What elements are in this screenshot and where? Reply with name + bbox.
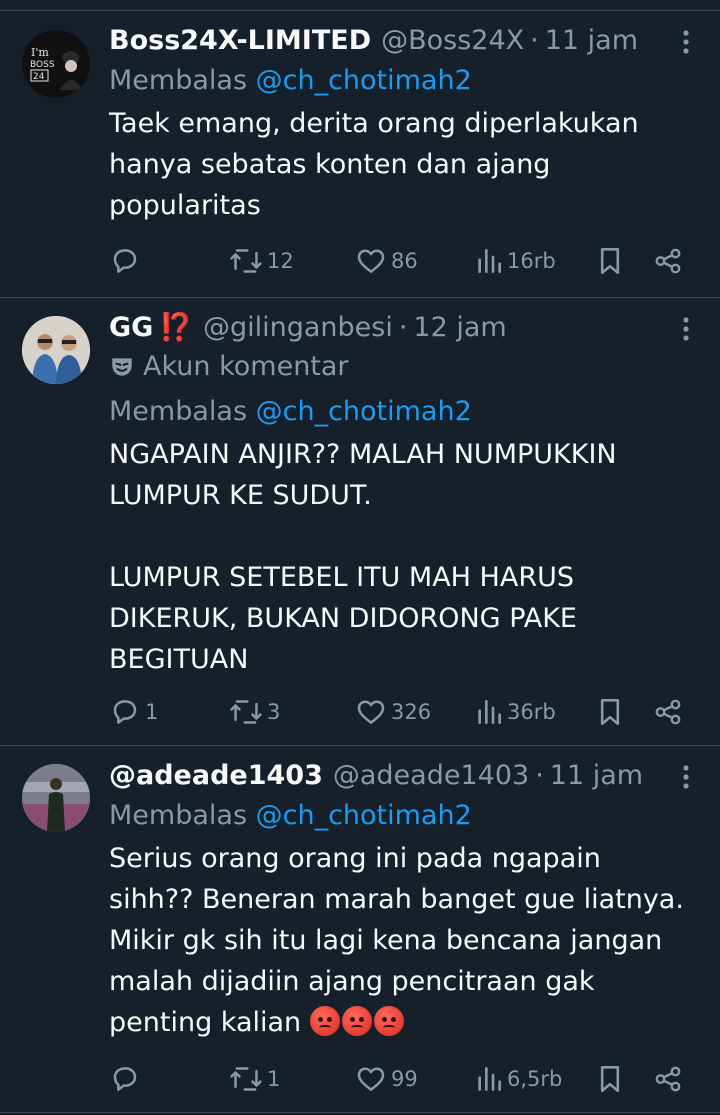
like-button[interactable]: 86 [355,241,418,281]
angry-face-emoji [309,1006,340,1036]
reply-prefix: Membalas [109,396,248,427]
like-count: 99 [391,1067,418,1091]
reply-context: Membalas @ch_chotimah2 [109,392,700,432]
like-icon [357,1067,385,1091]
reply-button[interactable]: 1 [109,692,158,732]
account-label-text: Akun komentar [143,351,349,382]
more-icon[interactable] [672,314,700,344]
reply-prefix: Membalas [109,800,248,831]
repost-count: 12 [267,249,294,273]
bookmark-button[interactable] [597,1059,623,1099]
avatar-text: I'm [31,46,49,59]
reply-prefix: Membalas [109,65,248,96]
tweet-text: Serius orang orang ini pada ngapain sihh… [109,838,700,1043]
like-count: 326 [391,700,432,724]
like-button[interactable]: 99 [355,1059,418,1099]
angry-face-emoji [341,1006,372,1036]
like-icon [357,700,385,724]
bookmark-icon [600,248,620,274]
repost-icon [230,700,262,724]
like-button[interactable]: 326 [355,692,431,732]
tweet-text: Taek emang, derita orang diperlakukan ha… [109,108,639,221]
views-icon [478,700,501,724]
share-icon [655,1066,681,1092]
share-icon [655,699,681,725]
avatar-text: BOSS [30,60,55,70]
views-button[interactable]: 36rb [475,692,556,732]
tweet[interactable]: GG ⁉️ @gilinganbesi · 12 jam Akun koment… [0,298,720,745]
bookmark-button[interactable] [597,241,623,281]
display-name[interactable]: Boss24X-LIMITED [109,21,371,61]
tweet[interactable]: @adeade1403 @adeade1403 · 11 jam Membala… [0,746,720,1112]
display-name[interactable]: @adeade1403 [109,756,323,796]
reply-mention[interactable]: @ch_chotimah2 [256,396,472,427]
more-icon[interactable] [672,27,700,57]
reply-context: Membalas @ch_chotimah2 [109,796,700,836]
account-label: Akun komentar [109,348,700,386]
repost-icon [230,249,262,273]
avatar-text: 24 [33,72,45,82]
reply-count: 1 [145,700,159,724]
action-bar: 12 86 16rb [109,241,700,281]
separator: · [398,312,408,343]
angry-face-emoji [373,1006,404,1036]
tweet[interactable]: I'm BOSS 24 Boss24X-LIMITED @Boss24X · 1… [0,11,720,297]
timeline: I'm BOSS 24 Boss24X-LIMITED @Boss24X · 1… [0,0,720,1115]
reply-context: Membalas @ch_chotimah2 [109,61,700,101]
views-icon [478,249,501,273]
timestamp[interactable]: 12 jam [413,308,506,348]
bookmark-button[interactable] [597,692,623,732]
timestamp[interactable]: 11 jam [550,756,643,796]
view-count: 36rb [507,700,556,724]
separator: · [530,25,539,56]
mask-icon [112,358,132,376]
divider [0,1112,720,1113]
like-icon [357,249,385,273]
action-bar: 1 3 326 36rb [109,692,700,732]
repost-count: 3 [267,700,281,724]
display-name[interactable]: GG [109,308,153,348]
bookmark-icon [600,1066,620,1092]
bookmark-icon [600,699,620,725]
avatar[interactable] [22,316,90,384]
separator: · [535,760,544,791]
avatar[interactable] [22,764,90,832]
handle[interactable]: @Boss24X [381,21,524,61]
handle[interactable]: @adeade1403 [333,756,529,796]
handle[interactable]: @gilinganbesi [203,308,393,348]
repost-button[interactable]: 1 [229,1059,280,1099]
action-bar: 1 99 6,5rb [109,1059,700,1099]
share-button[interactable] [653,1059,683,1099]
view-count: 16rb [507,249,556,273]
timestamp[interactable]: 11 jam [545,21,638,61]
share-button[interactable] [653,241,683,281]
view-count: 6,5rb [507,1067,563,1091]
reply-icon [113,1067,137,1091]
reply-icon [113,700,137,724]
reply-mention[interactable]: @ch_chotimah2 [256,65,472,96]
tweet-text: NGAPAIN ANJIR?? MALAH NUMPUKKIN LUMPUR K… [109,439,617,675]
repost-count: 1 [267,1067,281,1091]
like-count: 86 [391,249,418,273]
share-icon [655,248,681,274]
reply-mention[interactable]: @ch_chotimah2 [256,800,472,831]
avatar[interactable]: I'm BOSS 24 [22,30,90,98]
views-button[interactable]: 16rb [475,241,556,281]
repost-icon [230,1067,262,1091]
reply-button[interactable] [109,241,145,281]
reply-icon [113,249,137,273]
share-button[interactable] [653,692,683,732]
more-icon[interactable] [672,762,700,792]
repost-button[interactable]: 3 [229,692,280,732]
reply-button[interactable] [109,1059,145,1099]
views-button[interactable]: 6,5rb [475,1059,562,1099]
repost-button[interactable]: 12 [229,241,294,281]
views-icon [478,1067,501,1091]
name-emoji: ⁉️ [159,312,193,343]
